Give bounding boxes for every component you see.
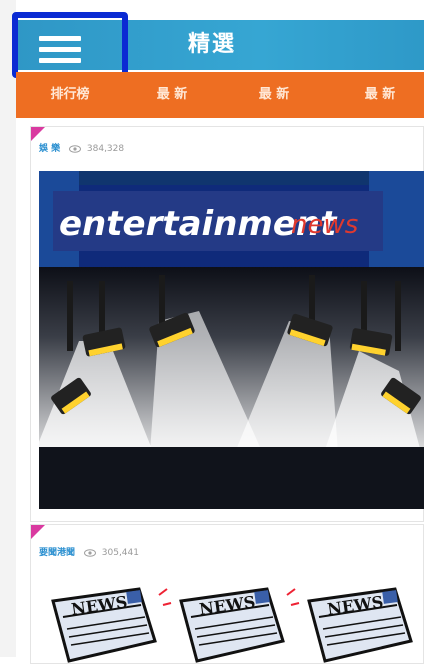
hamburger-menu-icon bbox=[39, 36, 81, 66]
article-card-entertainment[interactable]: 娛 樂 384,328 entertainment news bbox=[30, 126, 424, 522]
tab-bar: 排行榜 最 新 最 新 最 新 bbox=[16, 72, 424, 118]
left-gutter bbox=[0, 0, 16, 657]
category-label: 娛 樂 bbox=[39, 144, 61, 154]
tab-latest-3[interactable]: 最 新 bbox=[344, 72, 416, 118]
corner-tag bbox=[31, 127, 45, 141]
newspaper-illustration: NEWS bbox=[51, 587, 172, 663]
view-count: 305,441 bbox=[101, 548, 139, 558]
category-label: 要聞港聞 bbox=[39, 548, 76, 558]
tab-latest-1[interactable]: 最 新 bbox=[136, 72, 208, 118]
card-meta: 要聞港聞 305,441 bbox=[39, 545, 139, 563]
view-count: 384,328 bbox=[86, 144, 125, 154]
card-meta: 娛 樂 384,328 bbox=[39, 141, 124, 159]
article-image[interactable]: NEWS NEWS NEWS bbox=[39, 571, 424, 663]
menu-button[interactable] bbox=[12, 12, 128, 78]
image-footer-band bbox=[39, 447, 424, 509]
corner-tag bbox=[31, 525, 45, 539]
tab-ranking[interactable]: 排行榜 bbox=[34, 72, 106, 118]
eye-icon bbox=[69, 144, 82, 153]
tab-latest-2[interactable]: 最 新 bbox=[238, 72, 310, 118]
article-image[interactable]: entertainment news bbox=[39, 171, 424, 467]
banner-text-accent: news bbox=[291, 210, 358, 240]
eye-icon bbox=[83, 548, 96, 557]
article-card-news[interactable]: 要聞港聞 305,441 NEWS NEWS NEWS bbox=[30, 524, 424, 664]
